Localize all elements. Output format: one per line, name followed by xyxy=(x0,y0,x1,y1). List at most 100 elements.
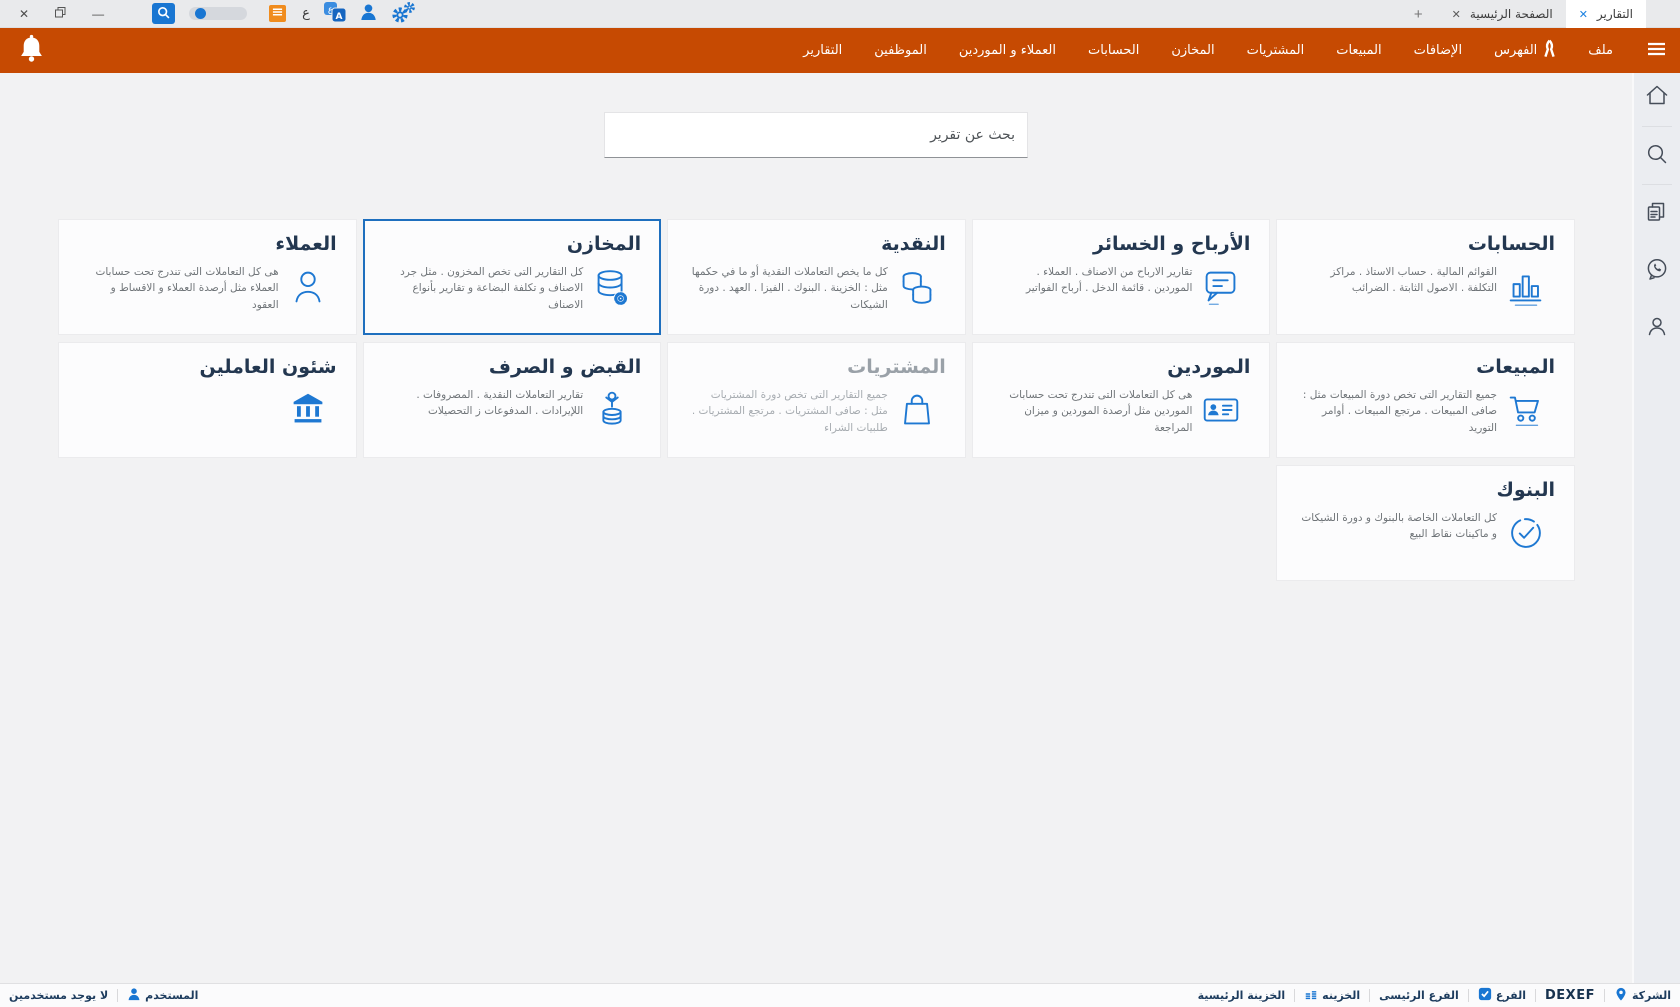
menu-item[interactable]: المخازن xyxy=(1155,39,1230,62)
report-category-card[interactable]: العملاء هى كل التعاملات التى تندرج تحت ح… xyxy=(58,219,357,335)
quick-search-button[interactable] xyxy=(152,3,175,24)
report-category-card[interactable]: القبض و الصرف تقارير التعاملات النقدية .… xyxy=(363,342,662,458)
separator xyxy=(1294,989,1295,1002)
card-title: العملاء xyxy=(78,233,337,255)
bar-chart-icon xyxy=(1497,264,1555,310)
menu-item-label: المبيعات xyxy=(1336,43,1381,58)
money-person-icon xyxy=(583,387,641,433)
rail-button[interactable] xyxy=(1644,142,1670,169)
search-icon xyxy=(1644,141,1670,170)
search-row xyxy=(0,73,1632,158)
report-search-input[interactable] xyxy=(604,112,1028,158)
status-item[interactable]: لا يوجد مستخدمين xyxy=(9,989,108,1002)
rail-button[interactable] xyxy=(1644,314,1670,341)
main-menubar: ملف الفهرس الإضافات المبيعات المشتريات ا… xyxy=(0,28,1680,73)
notifications-button[interactable] xyxy=(18,34,45,67)
check-circle-icon xyxy=(1497,510,1555,556)
menu-item[interactable]: المبيعات xyxy=(1320,39,1397,62)
menu-item-label: المشتريات xyxy=(1247,43,1305,58)
status-bar: الشركة DEXEF الفرع الفرع الرئيسى الخزينه… xyxy=(0,983,1680,1007)
translate-button[interactable]: عA xyxy=(323,1,347,26)
status-item-label: الفرع الرئيسى xyxy=(1379,989,1459,1002)
window-titlebar: ✕ — ع عA التقارير ✕ الصفحة ا xyxy=(0,0,1680,28)
rail-button[interactable] xyxy=(1644,200,1670,227)
report-category-card[interactable]: الموردين هى كل التعاملات التى تندرج تحت … xyxy=(972,342,1271,458)
menu-item[interactable]: العملاء و الموردين xyxy=(943,39,1072,62)
shopping-bag-icon xyxy=(888,387,946,433)
user-icon xyxy=(1644,313,1670,342)
window-minimize-button[interactable]: — xyxy=(92,8,104,20)
report-category-grid: الحسابات القوائم المالية . حساب الاستاذ … xyxy=(58,219,1575,581)
menu-item[interactable]: المشتريات xyxy=(1231,39,1321,62)
hamburger-menu-button[interactable] xyxy=(1647,42,1666,59)
status-item-label: المستخدم xyxy=(145,989,198,1002)
translate-icon: عA xyxy=(323,1,347,26)
card-title: المخازن xyxy=(383,233,642,255)
status-item[interactable]: الفرع الرئيسى xyxy=(1379,989,1459,1002)
titlebar-quick-icons: ع عA xyxy=(152,1,416,27)
document-tab[interactable]: التقارير ✕ xyxy=(1566,0,1646,28)
menu-item-label: الموظفين xyxy=(874,43,927,58)
menu-item[interactable]: الحسابات xyxy=(1072,39,1155,62)
account-button[interactable] xyxy=(360,3,377,24)
sidebar-divider xyxy=(1642,184,1672,185)
status-item[interactable]: المستخدم xyxy=(127,987,198,1004)
user-icon xyxy=(360,3,377,24)
settings-button[interactable] xyxy=(390,1,416,27)
report-category-card[interactable]: المخازن كل التقارير التى تخص المخزون . م… xyxy=(363,219,662,335)
card-description: كل التقارير التى تخص المخزون . مثل جرد ا… xyxy=(383,264,584,313)
close-tab-icon[interactable]: ✕ xyxy=(1579,8,1588,21)
user-small-icon xyxy=(127,987,141,1004)
card-title: القبض و الصرف xyxy=(383,356,642,378)
menu-item[interactable]: الفهرس xyxy=(1478,39,1572,62)
menu-item[interactable]: التقارير xyxy=(787,39,858,62)
report-category-card[interactable]: الأرباح و الخسائر تقارير الارباح من الاص… xyxy=(972,219,1271,335)
bank-icon xyxy=(279,387,337,433)
card-title: الموردين xyxy=(992,356,1251,378)
bell-icon xyxy=(18,34,45,67)
card-description: كل ما يخص التعاملات النقدية أو ما في حكم… xyxy=(687,264,888,313)
status-item[interactable]: الخزينة الرئيسية xyxy=(1198,989,1286,1002)
status-item-label: الخزينه xyxy=(1322,989,1360,1002)
list-view-button[interactable] xyxy=(269,5,286,22)
report-category-card[interactable]: المبيعات جميع التقارير التى تخص دورة الم… xyxy=(1276,342,1575,458)
card-title: النقدية xyxy=(687,233,946,255)
report-category-card[interactable]: النقدية كل ما يخص التعاملات النقدية أو م… xyxy=(667,219,966,335)
card-description: تقارير التعاملات النقدية . المصروفات . ا… xyxy=(383,387,584,420)
status-item[interactable]: الفرع xyxy=(1478,987,1526,1004)
menu-item[interactable]: الإضافات xyxy=(1398,39,1478,62)
tab-label: التقارير xyxy=(1597,7,1633,21)
status-item-label: الخزينة الرئيسية xyxy=(1198,989,1286,1002)
separator xyxy=(1369,989,1370,1002)
slider-knob[interactable] xyxy=(195,8,206,19)
status-item-label: الشركة xyxy=(1632,989,1671,1002)
status-item[interactable]: الخزينه xyxy=(1304,987,1360,1004)
coins-icon xyxy=(888,264,946,310)
status-item[interactable]: الشركة xyxy=(1614,987,1671,1004)
window-restore-button[interactable] xyxy=(55,7,66,20)
report-category-card[interactable]: البنوك كل التعاملات الخاصة بالبنوك و دور… xyxy=(1276,465,1575,581)
card-description: جميع التقارير التى تخص دورة المبيعات مثل… xyxy=(1296,387,1497,436)
person-icon xyxy=(279,264,337,310)
report-category-card[interactable]: الحسابات القوائم المالية . حساب الاستاذ … xyxy=(1276,219,1575,335)
document-tab[interactable]: الصفحة الرئيسية ✕ xyxy=(1439,0,1566,28)
window-close-button[interactable]: ✕ xyxy=(19,8,29,20)
cart-icon xyxy=(1497,387,1555,433)
status-item[interactable]: DEXEF xyxy=(1545,988,1595,1003)
new-tab-button[interactable]: + xyxy=(1398,0,1439,28)
report-category-card[interactable]: المشتريات جميع التقارير التى تخص دورة ال… xyxy=(667,342,966,458)
window-controls: ✕ — xyxy=(19,7,104,20)
chat-report-icon xyxy=(1192,264,1250,310)
menu-item[interactable]: ملف xyxy=(1572,39,1629,62)
report-category-card[interactable]: شئون العاملين xyxy=(58,342,357,458)
rail-button[interactable] xyxy=(1644,257,1670,284)
menu-item-label: الإضافات xyxy=(1414,43,1462,58)
zoom-slider[interactable] xyxy=(189,7,247,20)
status-item-label: DEXEF xyxy=(1545,988,1595,1003)
close-tab-icon[interactable]: ✕ xyxy=(1452,8,1461,21)
ribbon-icon xyxy=(1543,39,1556,62)
id-card-icon xyxy=(1192,387,1250,433)
rail-button[interactable] xyxy=(1644,84,1670,111)
menu-item[interactable]: الموظفين xyxy=(858,39,943,62)
menu-item-label: الفهرس xyxy=(1494,43,1537,58)
